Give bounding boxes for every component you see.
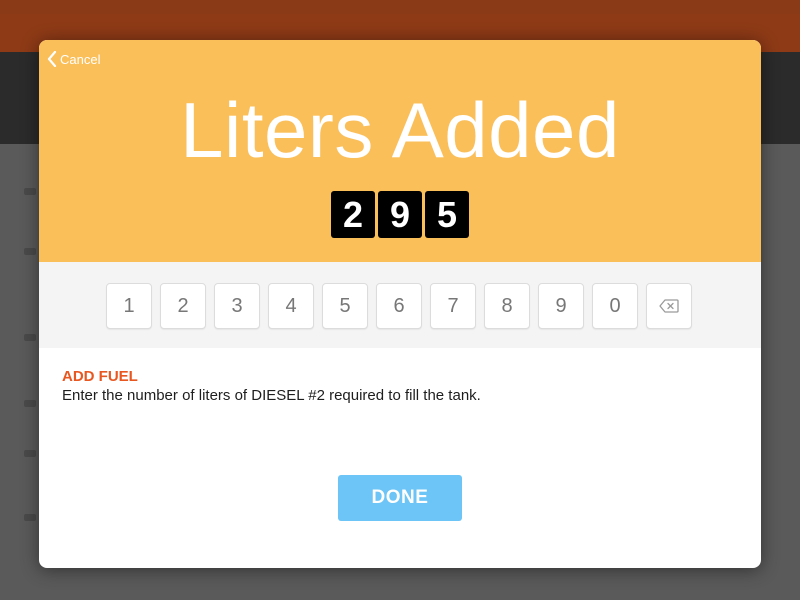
key-7[interactable]: 7 — [430, 283, 476, 329]
key-5[interactable]: 5 — [322, 283, 368, 329]
background-line — [24, 188, 36, 195]
instructions-heading: ADD FUEL — [62, 368, 138, 385]
key-2[interactable]: 2 — [160, 283, 206, 329]
number-keypad: 1 2 3 4 5 6 7 8 9 0 — [106, 283, 692, 329]
key-8[interactable]: 8 — [484, 283, 530, 329]
digit-ones: 5 — [425, 191, 469, 238]
backspace-icon — [659, 299, 679, 313]
instructions: ADD FUEL Enter the number of liters of D… — [62, 368, 481, 406]
background-line — [24, 400, 36, 407]
dialog-header: Cancel Liters Added 2 9 5 — [39, 40, 761, 262]
keypad-area: 1 2 3 4 5 6 7 8 9 0 — [39, 262, 761, 348]
background-status-bar — [0, 0, 800, 14]
cancel-label: Cancel — [60, 51, 101, 67]
cancel-button[interactable]: Cancel — [47, 49, 100, 69]
key-0[interactable]: 0 — [592, 283, 638, 329]
backspace-button[interactable] — [646, 283, 692, 329]
chevron-left-icon — [47, 51, 57, 67]
liters-display: 2 9 5 — [39, 191, 761, 238]
background-line — [24, 334, 36, 341]
key-4[interactable]: 4 — [268, 283, 314, 329]
background-line — [24, 514, 36, 521]
digit-tens: 9 — [378, 191, 422, 238]
key-6[interactable]: 6 — [376, 283, 422, 329]
digit-hundreds: 2 — [331, 191, 375, 238]
liters-added-dialog: Cancel Liters Added 2 9 5 1 2 3 4 5 6 7 … — [39, 40, 761, 568]
instructions-text: Enter the number of liters of DIESEL #2 … — [62, 387, 481, 404]
key-1[interactable]: 1 — [106, 283, 152, 329]
key-3[interactable]: 3 — [214, 283, 260, 329]
background-line — [24, 248, 36, 255]
key-9[interactable]: 9 — [538, 283, 584, 329]
background-line — [24, 450, 36, 457]
dialog-title: Liters Added — [180, 86, 620, 174]
done-button[interactable]: DONE — [338, 475, 462, 521]
